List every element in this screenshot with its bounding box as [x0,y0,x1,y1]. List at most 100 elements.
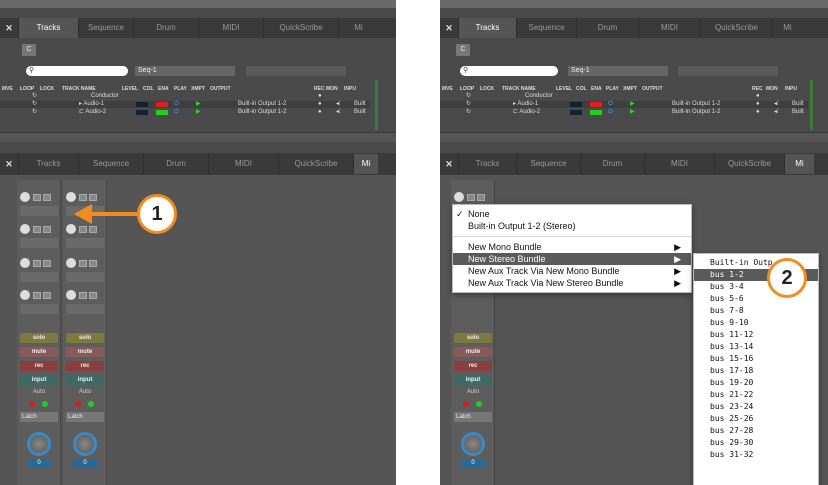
track-input[interactable]: Built [354,101,366,108]
submenu-item-bus-23-24[interactable]: bus 23-24 [694,401,818,413]
send-slot[interactable] [66,238,104,248]
mute-button[interactable]: mute [20,347,58,357]
send-slot[interactable] [66,304,104,314]
pre-send-button[interactable] [43,260,51,267]
tab-drum[interactable]: Drum [580,154,644,174]
automation-mode-select[interactable]: Latch [20,412,58,422]
mute-send-button[interactable] [79,260,87,267]
solo-button[interactable]: solo [20,333,58,343]
track-color[interactable] [156,110,168,115]
tab-quickscribe[interactable]: QuickScribe [263,18,338,38]
menu-item-new-aux-stereo[interactable]: New Aux Track Via New Stereo Bundle ▶ [453,277,691,289]
send-knob[interactable] [20,224,30,234]
tab-sequence[interactable]: Sequence [516,18,576,38]
submenu-item-bus-13-14[interactable]: bus 13-14 [694,341,818,353]
loop-icon[interactable]: ↻ [466,101,471,108]
menu-item-none[interactable]: ✓ None [453,208,691,220]
play-icon[interactable]: ▶ [196,101,201,108]
monitor-icon[interactable]: ◂⁞ [336,109,341,116]
power-icon[interactable]: ⏻ [174,101,179,108]
submenu-item-bus-27-28[interactable]: bus 27-28 [694,425,818,437]
rec-dot[interactable]: ● [756,109,760,116]
menu-item-new-stereo-bundle[interactable]: New Stereo Bundle ▶ [453,253,691,265]
pan-value[interactable]: 0 [461,459,485,468]
mute-send-button[interactable] [33,194,41,201]
secondary-select[interactable] [246,66,346,76]
submenu-item-bus-5-6[interactable]: bus 5-6 [694,293,818,305]
tab-midi[interactable]: MIDI [208,154,278,174]
tab-sequence[interactable]: Sequence [516,154,580,174]
play-icon[interactable]: ▶ [630,109,635,116]
mute-button[interactable]: mute [454,347,492,357]
tab-quickscribe[interactable]: QuickScribe [700,18,772,38]
send-slot[interactable] [20,238,58,248]
c-button[interactable]: C [456,44,470,56]
pan-knob[interactable] [73,432,97,456]
input-button[interactable]: input [454,375,492,385]
tab-drum[interactable]: Drum [143,154,208,174]
send-knob[interactable] [20,258,30,268]
pan-value[interactable]: 0 [27,459,51,468]
submenu-item-bus-11-12[interactable]: bus 11-12 [694,329,818,341]
horizontal-scrollbar[interactable] [0,132,396,142]
auto-play-icon[interactable] [88,401,94,407]
track-input[interactable]: Built [792,101,804,108]
tab-mixer[interactable]: Mi [353,154,378,174]
submenu-item-bus-19-20[interactable]: bus 19-20 [694,377,818,389]
pre-send-button[interactable] [43,194,51,201]
play-icon[interactable]: ▶ [196,109,201,116]
tab-drum[interactable]: Drum [133,18,198,38]
monitor-icon[interactable]: ◂⁞ [336,101,341,108]
loop-icon[interactable]: ↻ [466,109,471,116]
rec-dot[interactable]: ● [318,93,322,100]
rec-dot[interactable]: ● [318,109,322,116]
track-color[interactable] [590,110,602,115]
submenu-item-bus-29-30[interactable]: bus 29-30 [694,437,818,449]
menu-item-new-aux-mono[interactable]: New Aux Track Via New Mono Bundle ▶ [453,265,691,277]
send-knob[interactable] [454,192,464,202]
mute-send-button[interactable] [33,260,41,267]
send-knob[interactable] [20,290,30,300]
pre-send-button[interactable] [43,226,51,233]
mute-send-button[interactable] [33,292,41,299]
auto-play-icon[interactable] [476,401,482,407]
tab-sequence[interactable]: Sequence [78,154,143,174]
mute-send-button[interactable] [79,292,87,299]
search-input[interactable]: ⚲ [26,66,128,76]
tab-quickscribe[interactable]: QuickScribe [278,154,353,174]
submenu-item-bus-15-16[interactable]: bus 15-16 [694,353,818,365]
pre-send-button[interactable] [89,292,97,299]
secondary-select[interactable] [678,66,778,76]
menu-item-new-mono-bundle[interactable]: New Mono Bundle ▶ [453,241,691,253]
track-output[interactable]: Built-in Output 1-2 [672,101,720,108]
loop-icon[interactable]: ↻ [32,93,37,100]
track-row[interactable]: ↻ ⊏ Audio-2 ⏻ ▶ Built-in Output 1-2 ● ◂⁞… [0,109,370,116]
tab-tracks[interactable]: Tracks [18,154,78,174]
solo-button[interactable]: solo [454,333,492,343]
c-button[interactable]: C [22,44,36,56]
tab-quickscribe[interactable]: QuickScribe [714,154,784,174]
automation-mode-select[interactable]: Latch [454,412,492,422]
send-knob[interactable] [20,192,30,202]
send-slot[interactable] [66,272,104,282]
sequence-select[interactable]: Seq-1 [135,66,235,76]
input-button[interactable]: input [20,375,58,385]
submenu-item-bus-17-18[interactable]: bus 17-18 [694,365,818,377]
monitor-icon[interactable]: ◂⁞ [774,101,779,108]
track-output[interactable]: Built-in Output 1-2 [238,109,286,116]
tab-mixer[interactable]: Mi [772,18,802,38]
power-icon[interactable]: ⏻ [174,109,179,116]
loop-icon[interactable]: ↻ [32,109,37,116]
tab-tracks[interactable]: Tracks [18,18,78,38]
submenu-item-bus-9-10[interactable]: bus 9-10 [694,317,818,329]
track-color[interactable] [590,102,602,107]
close-icon[interactable]: ✕ [440,159,458,170]
rec-dot[interactable]: ● [318,101,322,108]
horizontal-scrollbar[interactable] [440,132,828,142]
auto-play-icon[interactable] [42,401,48,407]
tab-sequence[interactable]: Sequence [78,18,133,38]
close-icon[interactable]: ✕ [440,23,458,34]
pre-send-button[interactable] [43,292,51,299]
track-output[interactable]: Built-in Output 1-2 [238,101,286,108]
pan-knob[interactable] [27,432,51,456]
